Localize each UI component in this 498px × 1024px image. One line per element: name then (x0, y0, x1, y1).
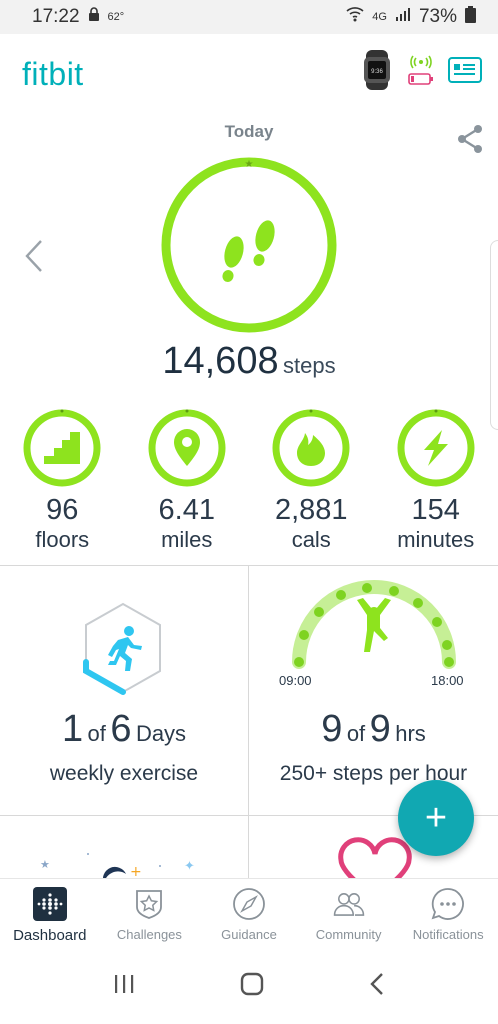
scroll-handle[interactable] (490, 240, 498, 430)
exercise-of: of (87, 721, 106, 746)
wifi-icon (346, 6, 364, 28)
sleep-stars-icon: ★ + ✦ (40, 853, 195, 878)
add-button[interactable]: + (398, 780, 474, 856)
metrics-row: 96 floors 6.41 miles 2,881 cals 154 minu… (0, 408, 498, 554)
tracker-device-icon[interactable]: 9:36 (360, 50, 394, 90)
hourly-of: of (346, 721, 366, 746)
hourly-unit: hrs (395, 721, 426, 746)
steps-count: 14,608 steps (0, 340, 498, 383)
low-battery-icon (408, 73, 433, 85)
previous-day-chevron-icon[interactable] (24, 238, 44, 274)
miles-unit: miles (161, 527, 213, 552)
status-temperature: 62° (107, 11, 125, 23)
fitbit-logo: fitbit (22, 55, 84, 92)
hourly-count: 9 (321, 708, 343, 750)
svg-text:9:36: 9:36 (371, 69, 383, 75)
signal-icon (395, 6, 411, 28)
svg-text:+: + (130, 864, 142, 878)
exercise-progress: 1 of 6 Days (0, 708, 248, 751)
tab-challenges[interactable]: Challenges (100, 879, 200, 948)
location-pin-icon (148, 409, 226, 487)
people-icon (332, 887, 366, 921)
tab-label: Challenges (116, 927, 182, 942)
profile-card-icon[interactable] (448, 57, 482, 83)
battery-percent: 73% (418, 6, 457, 27)
steps-ring[interactable]: ★ (160, 156, 338, 334)
share-icon[interactable] (456, 124, 484, 154)
tab-label: Notifications (412, 927, 484, 942)
sync-status[interactable] (408, 55, 434, 85)
tab-label: Community (315, 927, 382, 942)
floors-unit: floors (35, 527, 90, 552)
metric-calories[interactable]: 2,881 cals (249, 408, 374, 554)
steps-unit: steps (283, 353, 336, 378)
bottom-navigation: Dashboard Challenges Guidance Community … (0, 878, 498, 948)
flame-icon (272, 409, 350, 487)
svg-text:★: ★ (245, 159, 254, 170)
tab-community[interactable]: Community (299, 879, 399, 948)
exercise-label: weekly exercise (49, 762, 199, 785)
chat-bubble-icon (431, 887, 465, 921)
hourly-start-time: 09:00 (279, 673, 312, 688)
system-navigation-bar (0, 948, 498, 1024)
tab-label: Guidance (221, 927, 277, 942)
lock-icon (88, 6, 100, 28)
star-shield-icon (132, 887, 166, 921)
stretching-figure-icon (357, 598, 391, 652)
metric-miles[interactable]: 6.41 miles (125, 408, 250, 554)
steps-value: 14,608 (162, 340, 279, 382)
hourly-total: 9 (369, 708, 391, 750)
status-bar: 17:22 62° 4G 73% (0, 0, 498, 34)
date-label: Today (224, 122, 274, 141)
sync-signal-icon (410, 55, 432, 69)
battery-icon (465, 5, 476, 29)
hourly-progress: 9 of 9 hrs (249, 708, 498, 751)
miles-value: 6.41 (158, 494, 215, 526)
running-hexagon-icon (83, 602, 161, 695)
exercise-unit: Days (135, 721, 187, 746)
calories-value: 2,881 (274, 494, 348, 526)
compass-icon (232, 887, 266, 921)
minutes-value: 154 (411, 494, 460, 526)
tab-dashboard[interactable]: Dashboard (0, 879, 100, 948)
minutes-unit: minutes (397, 527, 475, 552)
home-icon[interactable] (239, 971, 265, 1002)
hourly-label: 250+ steps per hour (279, 762, 468, 785)
dashboard-dots-icon (32, 887, 67, 921)
hourly-activity-tile[interactable]: 09:00 18:00 9 of 9 hrs 250+ steps per ho… (249, 566, 498, 815)
tab-label: Dashboard (13, 927, 87, 944)
tab-notifications[interactable]: Notifications (398, 879, 498, 948)
exercise-count: 1 (61, 708, 84, 750)
app-header: fitbit 9:36 (0, 34, 498, 114)
status-time: 17:22 (32, 6, 80, 27)
sleep-tile[interactable]: ★ + ✦ (0, 816, 248, 878)
floors-value: 96 (46, 494, 79, 526)
exercise-total: 6 (110, 708, 132, 750)
hourly-end-time: 18:00 (431, 673, 464, 688)
stairs-icon (23, 409, 101, 487)
svg-text:★: ★ (40, 858, 50, 871)
network-type: 4G (372, 11, 387, 23)
back-icon[interactable] (368, 971, 386, 1002)
lightning-icon (397, 409, 475, 487)
metric-floors[interactable]: 96 floors (0, 408, 125, 554)
recent-apps-icon[interactable] (112, 973, 136, 1000)
svg-text:✦: ✦ (184, 859, 195, 874)
metric-active-minutes[interactable]: 154 minutes (374, 408, 498, 554)
calories-unit: cals (291, 527, 331, 552)
exercise-tile[interactable]: 1 of 6 Days weekly exercise (0, 566, 248, 815)
tab-guidance[interactable]: Guidance (199, 879, 299, 948)
